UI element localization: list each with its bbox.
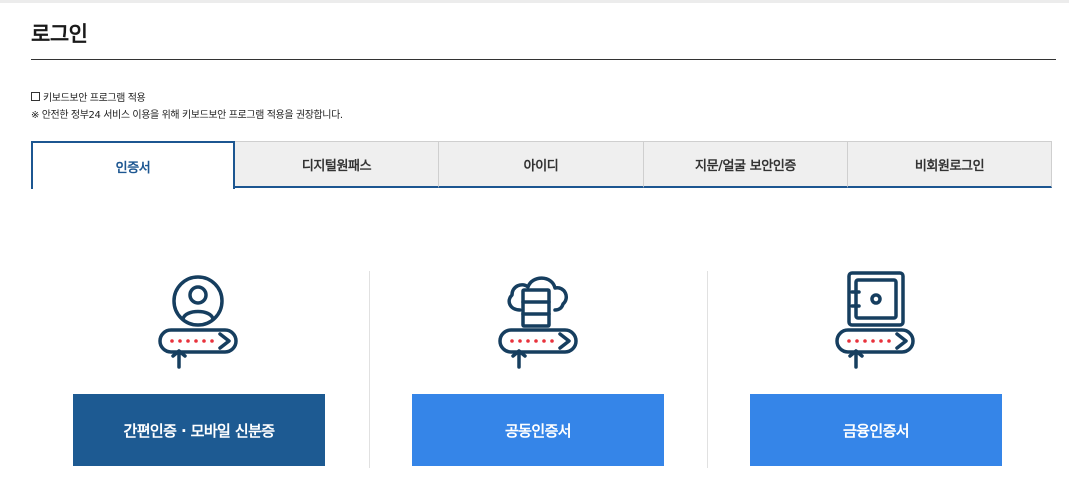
page-title: 로그인 [31,22,88,46]
financial-certificate-button[interactable]: 금융인증서 [750,394,1002,466]
simple-auth-mobile-id-button[interactable]: 간편인증 · 모바일 신분증 [73,394,325,466]
keyboard-security-checkbox[interactable] [31,92,40,101]
keyboard-security-label: 키보드보안 프로그램 적용 [43,93,146,104]
tab-certificate[interactable]: 인증서 [31,141,235,189]
joint-certificate-button[interactable]: 공동인증서 [412,394,664,466]
tab-non-member-login[interactable]: 비회원로그인 [848,141,1052,188]
column-divider [369,271,370,468]
tab-digital-onepass[interactable]: 디지털원패스 [235,141,439,188]
keyboard-security-notice: ※ 안전한 정부24 서비스 이용을 위해 키보드보안 프로그램 적용을 권장합… [31,110,343,121]
safe-vault-icon [835,271,915,369]
tab-user-id[interactable]: 아이디 [439,141,644,188]
top-border [0,0,1069,3]
cloud-server-icon [498,276,578,369]
person-id-icon [158,275,238,369]
login-method-tabs: 인증서 디지털원패스 아이디 지문/얼굴 보안인증 비회원로그인 [31,141,1052,189]
column-divider [707,271,708,468]
tab-biometric-auth[interactable]: 지문/얼굴 보안인증 [644,141,848,188]
keyboard-security-option[interactable]: 키보드보안 프로그램 적용 [31,89,146,104]
title-divider [31,59,1056,60]
